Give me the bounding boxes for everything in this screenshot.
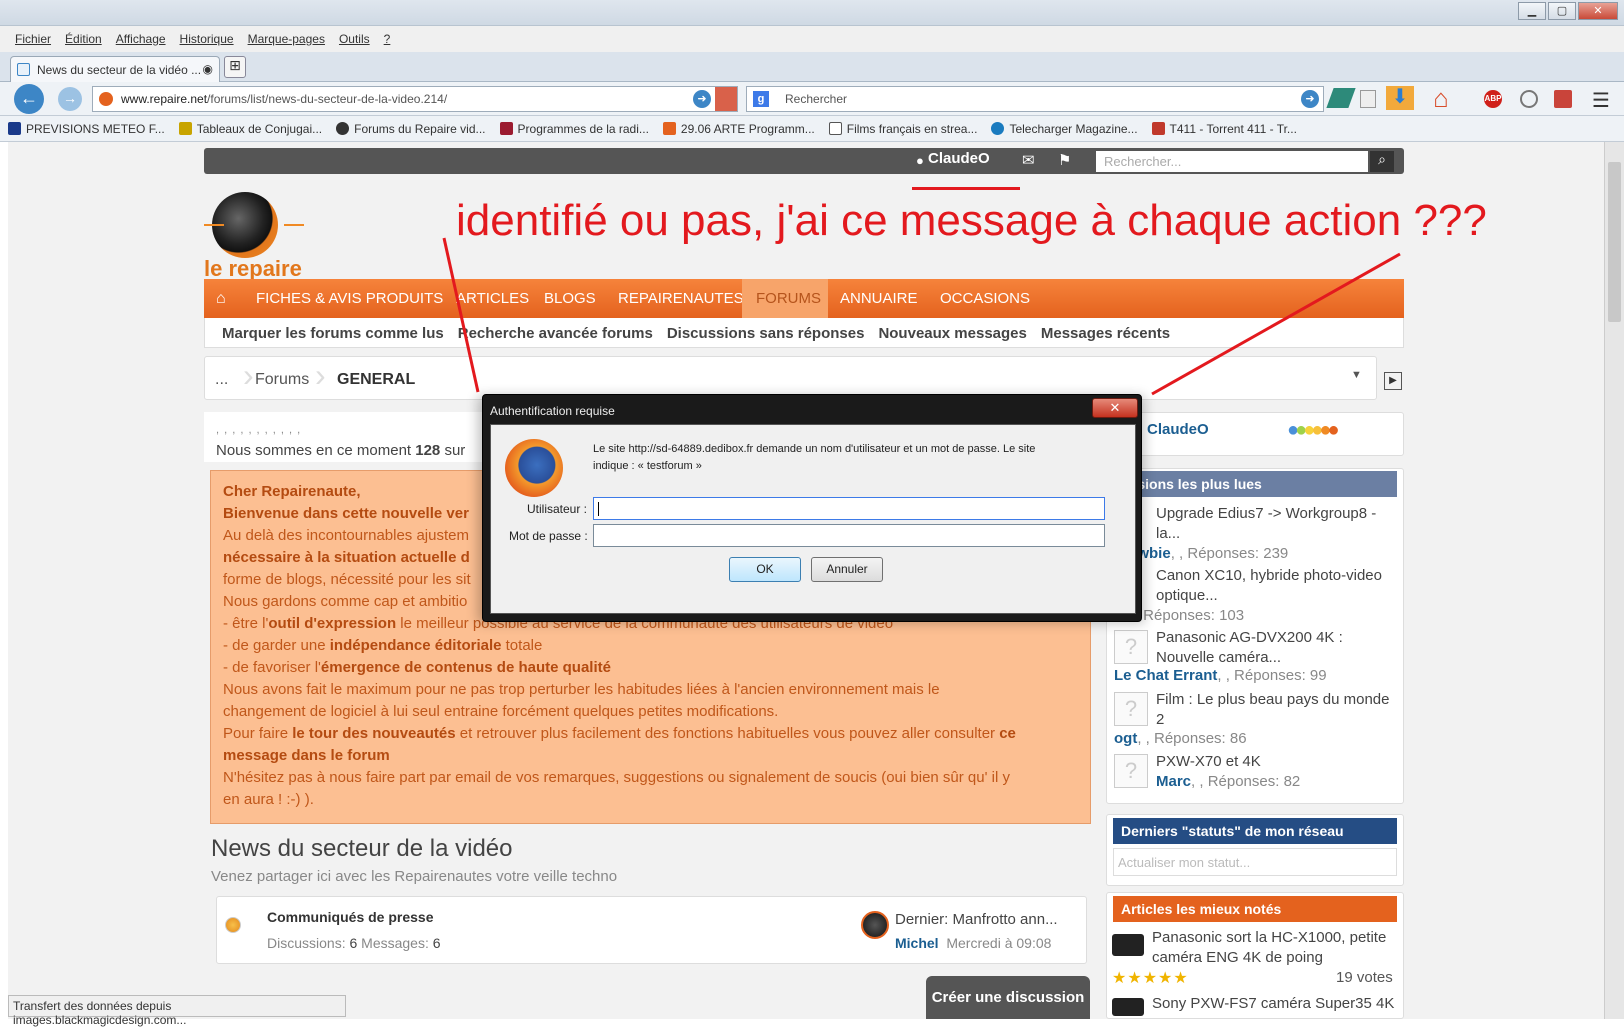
text-cursor [598,502,599,516]
dialog-message-line: Le site http://sd-64889.dedibox.fr deman… [593,443,1036,455]
dialog-message: Le site http://sd-64889.dedibox.fr deman… [593,441,1113,475]
annotation-line-right [1151,252,1401,396]
dialog-body: Le site http://sd-64889.dedibox.fr deman… [490,424,1136,614]
dialog-message-line: indique : « testforum » [593,460,702,472]
username-field[interactable] [593,497,1105,520]
password-label: Mot de passe : [509,529,588,543]
dialog-close-button[interactable]: ✕ [1092,398,1138,418]
ok-button[interactable]: OK [729,557,801,582]
firefox-icon [505,439,563,497]
cancel-button[interactable]: Annuler [811,557,883,582]
username-label: Utilisateur : [527,502,588,516]
password-field[interactable] [593,524,1105,547]
annotation-line-left [442,237,480,393]
dialog-title: Authentification requise [490,404,615,418]
